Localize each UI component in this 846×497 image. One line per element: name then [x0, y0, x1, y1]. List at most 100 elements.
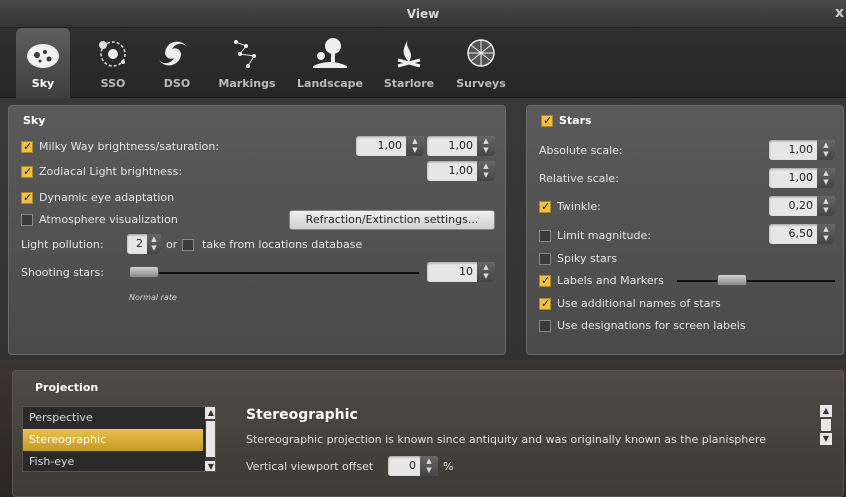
scroll-down-icon[interactable]: ▼ — [820, 433, 832, 445]
light-pollution-row: Light pollution: — [21, 236, 104, 254]
spin-value: 10 — [459, 265, 473, 278]
additional-names-checkbox[interactable] — [539, 295, 551, 313]
list-item[interactable]: Fish-eye — [23, 451, 203, 471]
scroll-thumb[interactable] — [821, 419, 831, 431]
zodiacal-checkbox[interactable] — [21, 163, 33, 181]
spin-value: 1,00 — [448, 139, 474, 152]
scroll-up-icon[interactable]: ▲ — [820, 405, 832, 417]
labels-markers-slider-track[interactable] — [677, 280, 835, 282]
tab-markings[interactable]: Markings — [214, 28, 280, 98]
designations-checkbox[interactable] — [539, 320, 551, 332]
list-item[interactable]: Stereographic — [23, 429, 203, 451]
spin-arrows-icon[interactable]: ▲ ▼ — [817, 196, 835, 216]
spin-value: 2 — [136, 237, 143, 250]
planet-sky-icon — [27, 44, 59, 68]
light-pollution-spinbox[interactable]: 2 ▲ ▼ — [127, 234, 161, 254]
tab-surveys[interactable]: Surveys — [448, 28, 514, 98]
shooting-stars-slider-handle[interactable] — [129, 266, 159, 278]
locations-db-checkbox[interactable] — [182, 239, 194, 251]
absolute-scale-spinbox[interactable]: 1,00 ▲ ▼ — [769, 140, 835, 160]
window-title: View — [406, 7, 440, 21]
spin-arrows-icon[interactable]: ▲ ▼ — [147, 234, 161, 254]
tab-label: Starlore — [383, 77, 435, 90]
spin-value: 1,00 — [788, 143, 814, 156]
offset-label: Vertical viewport offset — [246, 460, 374, 473]
view-window: View x Sky SSO DSO Markings Landscape St… — [0, 0, 846, 497]
title-bar[interactable]: View x — [0, 0, 846, 28]
atmosphere-label: Atmosphere visualization — [39, 213, 178, 226]
milky-way-brightness-spinbox[interactable]: 1,00 ▲ ▼ — [356, 136, 424, 156]
spin-value: 6,50 — [788, 227, 814, 240]
relative-scale-spinbox[interactable]: 1,00 ▲ ▼ — [769, 168, 835, 188]
tab-dso[interactable]: DSO — [150, 28, 204, 98]
light-pollution-label: Light pollution: — [21, 238, 104, 251]
milky-way-checkbox[interactable] — [21, 138, 33, 156]
stars-checkbox[interactable] — [541, 112, 553, 130]
atmosphere-checkbox[interactable] — [21, 214, 33, 226]
scroll-thumb[interactable] — [206, 421, 215, 457]
tab-label: DSO — [163, 77, 191, 90]
scroll-down-icon[interactable]: ▼ — [205, 461, 215, 471]
description-scrollbar[interactable]: ▲ ▼ — [820, 405, 832, 447]
projection-title: Stereographic — [246, 407, 358, 423]
constellation-markings-icon — [234, 40, 256, 68]
spin-arrows-icon[interactable]: ▲ ▼ — [406, 136, 424, 156]
twinkle-label: Twinkle: — [557, 200, 601, 213]
or-label: or — [166, 238, 178, 251]
tab-sso[interactable]: SSO — [86, 28, 140, 98]
labels-markers-label: Labels and Markers — [557, 274, 664, 287]
projection-description: Stereographic projection is known since … — [246, 433, 767, 446]
shooting-stars-spinbox[interactable]: 10 ▲ ▼ — [427, 262, 495, 282]
globe-surveys-icon — [467, 39, 495, 67]
tab-label: SSO — [100, 77, 126, 90]
tree-landscape-icon — [313, 38, 347, 68]
dynamic-eye-label: Dynamic eye adaptation — [39, 191, 175, 204]
twinkle-checkbox[interactable] — [539, 198, 551, 216]
limit-magnitude-spinbox[interactable]: 6,50 ▲ ▼ — [769, 224, 835, 244]
spin-arrows-icon[interactable]: ▲ ▼ — [477, 161, 495, 181]
additional-names-label: Use additional names of stars — [557, 297, 721, 310]
spin-value: 1,00 — [448, 164, 474, 177]
spin-arrows-icon[interactable]: ▲ ▼ — [477, 136, 495, 156]
spin-value: 1,00 — [377, 139, 403, 152]
labels-markers-checkbox[interactable] — [539, 272, 551, 290]
limit-magnitude-checkbox[interactable] — [539, 230, 551, 242]
milky-way-saturation-spinbox[interactable]: 1,00 ▲ ▼ — [427, 136, 495, 156]
absolute-scale-label: Absolute scale: — [539, 144, 623, 157]
galaxy-icon — [159, 41, 187, 66]
shooting-stars-slider-track[interactable] — [129, 272, 419, 274]
spin-value: 0 — [409, 459, 416, 472]
dynamic-eye-checkbox[interactable] — [21, 189, 33, 207]
tab-sky[interactable]: Sky — [16, 28, 70, 98]
limit-magnitude-label: Limit magnitude: — [557, 229, 651, 242]
refraction-settings-button[interactable]: Refraction/Extinction settings... — [289, 210, 495, 230]
twinkle-spinbox[interactable]: 0,20 ▲ ▼ — [769, 196, 835, 216]
spin-value: 0,20 — [788, 199, 814, 212]
tab-label: Landscape — [297, 77, 363, 90]
spiky-checkbox[interactable] — [539, 253, 551, 265]
tab-landscape[interactable]: Landscape — [290, 28, 370, 98]
projection-list-scrollbar[interactable]: ▲ ▼ — [205, 407, 215, 471]
scroll-up-icon[interactable]: ▲ — [205, 407, 215, 419]
spin-arrows-icon[interactable]: ▲ ▼ — [817, 224, 835, 244]
stars-header: Stars — [559, 114, 592, 127]
tab-label: Markings — [218, 77, 276, 90]
viewport-offset-spinbox[interactable]: 0 ▲ ▼ — [388, 456, 438, 476]
campfire-starlore-icon — [397, 38, 421, 68]
spin-arrows-icon[interactable]: ▲ ▼ — [477, 262, 495, 282]
sky-panel: Sky Milky Way brightness/saturation: 1,0… — [8, 105, 506, 355]
projection-list[interactable]: Perspective Stereographic Fish-eye ▲ ▼ — [22, 406, 216, 472]
tab-label: Surveys — [456, 77, 506, 90]
milky-way-label: Milky Way brightness/saturation: — [39, 140, 220, 153]
tab-starlore[interactable]: Starlore — [378, 28, 440, 98]
tab-label: Sky — [31, 77, 55, 90]
list-item[interactable]: Perspective — [23, 407, 203, 429]
projection-header: Projection — [35, 381, 99, 394]
spin-arrows-icon[interactable]: ▲ ▼ — [817, 168, 835, 188]
spin-arrows-icon[interactable]: ▲ ▼ — [817, 140, 835, 160]
spin-arrows-icon[interactable]: ▲ ▼ — [420, 456, 438, 476]
close-icon[interactable]: x — [835, 5, 844, 21]
zodiacal-spinbox[interactable]: 1,00 ▲ ▼ — [427, 161, 495, 181]
labels-markers-slider-handle[interactable] — [717, 274, 747, 286]
spin-value: 1,00 — [788, 171, 814, 184]
